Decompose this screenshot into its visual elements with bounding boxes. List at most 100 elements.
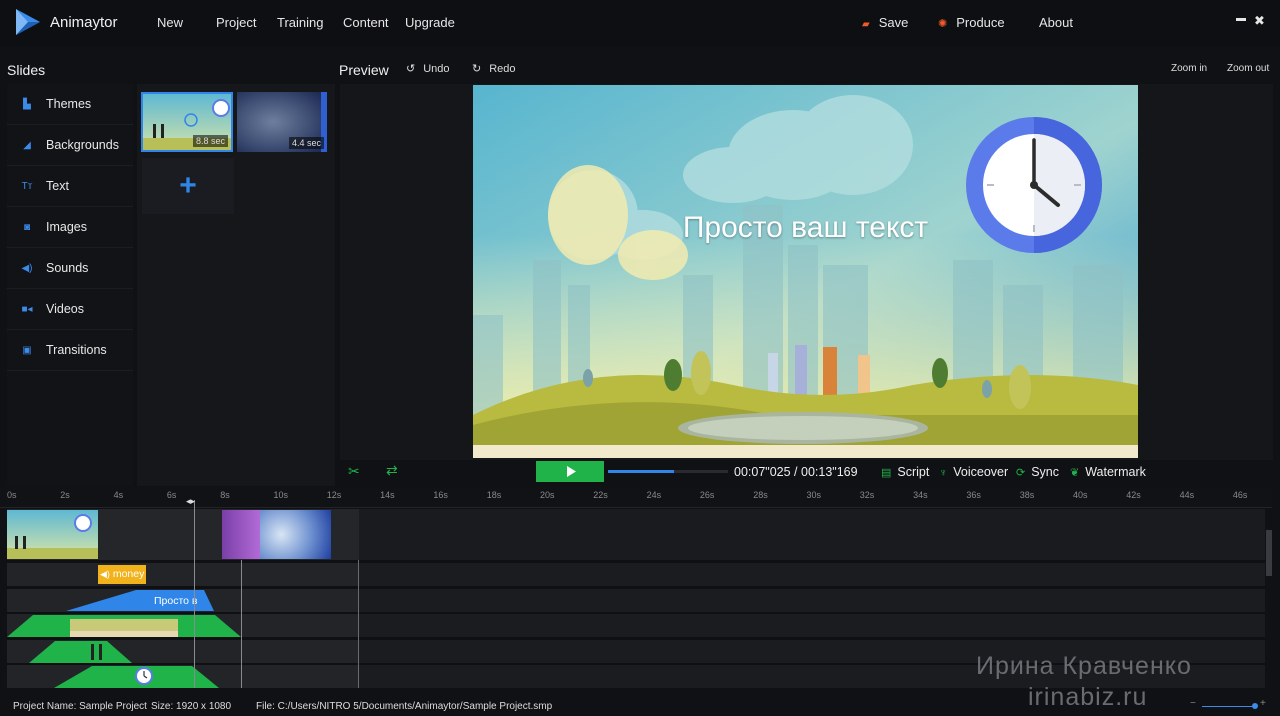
zoom-in-button[interactable]: Zoom in	[1171, 63, 1207, 74]
playback-progress[interactable]	[608, 470, 728, 473]
voiceover-label: Voiceover	[953, 465, 1009, 479]
timeline-transition-clip[interactable]	[222, 510, 260, 559]
ruler-tick-label: 4s	[113, 490, 124, 500]
save-button[interactable]: ▰ Save	[862, 15, 908, 30]
zoom-slider-track	[1202, 706, 1256, 707]
app-logo-icon	[16, 9, 40, 35]
status-file: File: C:/Users/NITRO 5/Documents/Animayt…	[256, 701, 553, 712]
watermark-line-1: Ирина Кравченко	[976, 652, 1192, 680]
preview-canvas[interactable]: Просто ваш текст	[473, 85, 1138, 458]
slide-duration: 8.8 sec	[192, 135, 228, 147]
timeline-zoom-slider[interactable]: − +	[1190, 698, 1270, 712]
watermark-button[interactable]: ❦ Watermark	[1070, 465, 1146, 479]
background-clip[interactable]	[7, 615, 241, 637]
add-slide-button[interactable]: +	[142, 158, 234, 214]
transitions-icon: ▣	[22, 344, 32, 356]
sound-clip[interactable]: ◀) money	[98, 565, 146, 584]
text-clip-label: Просто в	[154, 595, 198, 607]
menu-upgrade[interactable]: Upgrade	[405, 15, 455, 30]
timeline-slide-clip-1[interactable]	[7, 510, 98, 559]
sidebar-item-transitions[interactable]: ▣ Transitions	[7, 330, 133, 371]
timecode: 00:07"025 / 00:13"169	[734, 465, 858, 479]
close-button[interactable]: ✖	[1254, 13, 1265, 29]
voiceover-button[interactable]: ♆ Voiceover	[939, 465, 1008, 479]
redo-icon: ↻	[472, 63, 482, 75]
sidebar-item-themes[interactable]: ▙ Themes	[7, 84, 133, 125]
undo-label: Undo	[423, 63, 450, 75]
timeline-scrollbar[interactable]	[1266, 530, 1272, 576]
play-icon	[567, 466, 576, 477]
playhead-handle-icon[interactable]: ◂▸	[186, 496, 195, 507]
zoom-plus-icon: +	[1260, 698, 1266, 709]
speaker-icon: ◀)	[100, 569, 110, 579]
script-label: Script	[897, 465, 930, 479]
project-end-marker	[358, 560, 359, 688]
backgrounds-icon: ◢	[23, 139, 31, 151]
sidebar-item-backgrounds[interactable]: ◢ Backgrounds	[7, 125, 133, 166]
menu-project[interactable]: Project	[216, 15, 256, 30]
zoom-out-button[interactable]: Zoom out	[1227, 63, 1269, 74]
slide-duration: 4.4 sec	[288, 137, 324, 149]
ruler-tick-label: 14s	[380, 490, 395, 500]
ruler-tick-label: 26s	[699, 490, 715, 500]
play-button[interactable]	[536, 461, 604, 482]
ruler-tick-label: 28s	[753, 490, 768, 500]
scissors-icon[interactable]: ✂	[348, 463, 360, 480]
sidebar-item-sounds[interactable]: ◀) Sounds	[7, 248, 133, 289]
menu-training[interactable]: Training	[277, 15, 323, 30]
scene-illustration	[473, 85, 1138, 458]
sidebar-item-text[interactable]: Tт Text	[7, 166, 133, 207]
microphone-icon: ♆	[939, 467, 948, 479]
progress-fill	[608, 470, 674, 473]
slide-thumbnail-2[interactable]: 4.4 sec	[237, 92, 327, 152]
ruler-tick-label: 30s	[806, 490, 822, 500]
slide-thumbnail-1[interactable]: 8.8 sec	[141, 92, 233, 152]
canvas-text[interactable]: Просто ваш текст	[473, 211, 1138, 245]
ruler-tick-label: 0s	[7, 490, 17, 500]
ruler-tick-label: 18s	[486, 490, 502, 500]
leaf-icon: ❦	[1070, 467, 1080, 479]
sidebar-item-label: Transitions	[46, 343, 107, 357]
ruler-tick-label: 34s	[913, 490, 928, 500]
script-icon: ▤	[881, 467, 892, 479]
ruler-tick-label: 20s	[540, 490, 555, 500]
redo-button[interactable]: ↻ Redo	[472, 62, 516, 75]
ruler-tick-label: 40s	[1073, 490, 1088, 500]
text-icon: Tт	[21, 180, 33, 192]
videos-icon: ■◂	[21, 303, 33, 315]
undo-button[interactable]: ↺ Undo	[406, 62, 450, 75]
ruler-tick-label: 38s	[1019, 490, 1035, 500]
ruler-tick-label: 16s	[433, 490, 448, 500]
about-button[interactable]: About	[1039, 15, 1073, 30]
slides-track	[7, 509, 1265, 560]
images-icon: ◙	[23, 221, 31, 233]
slide-end-marker	[241, 560, 242, 688]
sidebar-item-label: Videos	[46, 302, 84, 316]
slides-label: Slides	[7, 62, 46, 78]
swap-icon[interactable]: ⇄	[386, 462, 398, 479]
sidebar-item-label: Sounds	[46, 261, 89, 275]
ruler-tick-label: 36s	[966, 490, 981, 500]
sidebar-item-label: Backgrounds	[46, 138, 119, 152]
sidebar-item-images[interactable]: ◙ Images	[7, 207, 133, 248]
timeline-slide-clip-2[interactable]	[260, 510, 331, 559]
sounds-icon: ◀)	[21, 262, 33, 274]
sidebar-item-videos[interactable]: ■◂ Videos	[7, 289, 133, 330]
produce-button[interactable]: ✺ Produce	[938, 15, 1005, 30]
ruler-tick-label: 10s	[273, 490, 289, 500]
sync-button[interactable]: ⟳ Sync	[1016, 465, 1059, 479]
playhead-line[interactable]	[194, 500, 195, 688]
sidebar-item-label: Images	[46, 220, 87, 234]
menu-content[interactable]: Content	[343, 15, 389, 30]
script-button[interactable]: ▤ Script	[881, 465, 929, 479]
image-clip-people[interactable]	[29, 641, 132, 663]
sound-track	[7, 563, 1265, 586]
watermark-label: Watermark	[1085, 465, 1146, 479]
ruler-tick-label: 2s	[60, 490, 70, 500]
redo-label: Redo	[489, 63, 516, 75]
minimize-button[interactable]: ▬	[1236, 13, 1246, 24]
plus-icon: +	[179, 169, 197, 202]
menu-new[interactable]: New	[157, 15, 183, 30]
zoom-slider-thumb[interactable]	[1252, 703, 1258, 709]
undo-icon: ↺	[406, 63, 416, 75]
